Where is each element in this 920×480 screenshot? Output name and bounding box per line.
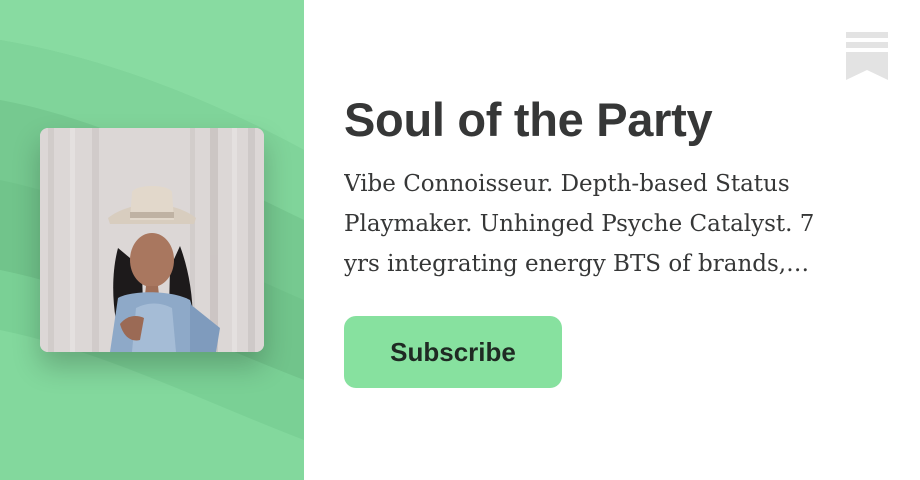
avatar xyxy=(40,128,264,352)
publication-info: Soul of the Party Vibe Connoisseur. Dept… xyxy=(344,0,884,480)
publication-title: Soul of the Party xyxy=(344,93,713,146)
brand-background-panel xyxy=(0,0,304,480)
profile-photo xyxy=(40,128,264,352)
publication-description: Vibe Connoisseur. Depth-based Status Pla… xyxy=(344,171,815,277)
bookmark-icon[interactable] xyxy=(846,32,888,80)
subscribe-button[interactable]: Subscribe xyxy=(344,316,562,388)
